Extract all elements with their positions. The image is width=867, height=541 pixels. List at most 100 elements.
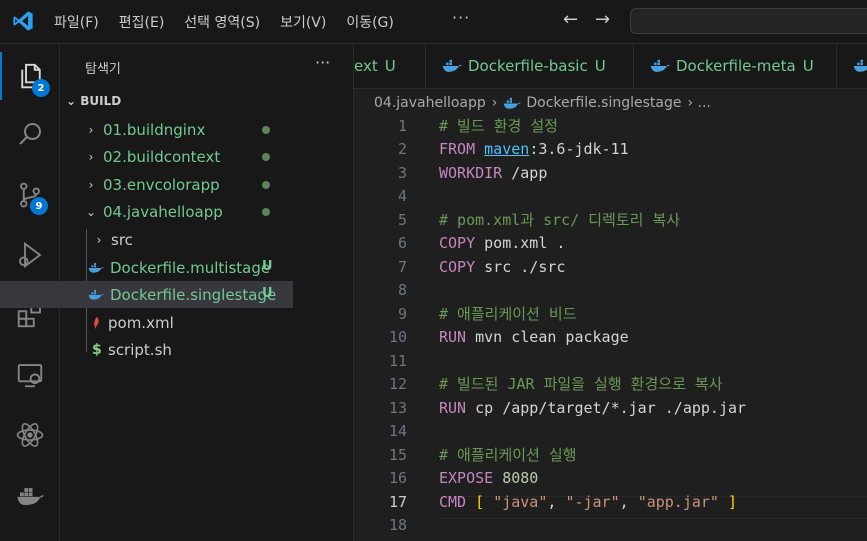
code-token-text: , (619, 492, 638, 511)
tab-ext[interactable]: ext U (354, 44, 426, 88)
chevron-right-icon: › (88, 149, 94, 164)
tree-file-pom-xml[interactable]: pom.xml (0, 309, 293, 336)
code-token-bracket: ] (718, 492, 738, 511)
line-content: WORKDIR /app (439, 162, 547, 186)
code-line[interactable]: 12 # 빌드된 JAR 파일을 실행 환경으로 복사 (354, 373, 867, 397)
code-token-text: cp /app/target/*.jar ./app.jar (475, 398, 747, 417)
code-line[interactable]: 17 CMD [ "java", "-jar", "app.jar" ] (354, 491, 867, 515)
vscode-logo-icon[interactable] (12, 10, 34, 32)
tab-label: ext (354, 57, 378, 75)
modified-dot-icon (262, 126, 270, 134)
code-line[interactable]: 9 # 애플리케이션 비드 (354, 303, 867, 327)
tab-label: Dockerfile-basic (468, 57, 588, 75)
tab-status: U (802, 57, 814, 75)
back-arrow-icon[interactable]: ← (563, 9, 578, 30)
line-content: # pom.xml과 src/ 디렉토리 복사 (439, 209, 680, 233)
line-number: 7 (397, 257, 407, 276)
line-number: 16 (388, 469, 407, 487)
tree-folder-src[interactable]: › src (0, 226, 293, 253)
line-content: COPY src ./src (439, 256, 565, 280)
line-number: 13 (388, 398, 407, 417)
menu-go[interactable]: 이동(G) (346, 12, 394, 32)
code-token-text: src ./src (484, 257, 566, 276)
code-line[interactable]: 11 (354, 350, 867, 374)
code-token-text: , (547, 492, 566, 511)
docker-file-icon (650, 59, 670, 72)
code-line[interactable]: 4 (354, 185, 867, 209)
code-line[interactable]: 10 RUN mvn clean package (354, 326, 867, 350)
chevron-down-icon: ⌄ (85, 204, 97, 219)
code-line[interactable]: 1 # 빌드 환경 설정 (354, 115, 867, 139)
line-content: CMD [ "java", "-jar", "app.jar" ] (439, 491, 737, 515)
docker-file-icon (88, 289, 104, 300)
line-content: # 빌드된 JAR 파일을 실행 환경으로 복사 (439, 373, 723, 397)
menu-view[interactable]: 보기(V) (280, 12, 326, 32)
breadcrumb-folder[interactable]: 04.javahelloapp (374, 95, 486, 111)
file-label: pom.xml (108, 313, 174, 332)
more-menu-button[interactable]: ··· (452, 8, 470, 27)
breadcrumb: 04.javahelloapp › Dockerfile.singlestage… (374, 92, 711, 114)
code-line[interactable]: 8 (354, 279, 867, 303)
tab-dockerfile-basic[interactable]: Dockerfile-basic U (426, 44, 634, 88)
code-token-comment: # pom.xml과 src/ 디렉토리 복사 (439, 210, 681, 229)
code-token-text: /app (511, 163, 548, 182)
tree-folder-03-envcolorapp[interactable]: › 03.envcolorapp (0, 171, 293, 198)
line-content: COPY pom.xml . (439, 232, 565, 256)
code-line[interactable]: 2 FROM maven:3.6-jdk-11 (354, 138, 867, 162)
tab-dockerfile-meta[interactable]: Dockerfile-meta U (634, 44, 837, 88)
workspace-section-header[interactable]: ⌄ BUILD (66, 94, 121, 108)
tree-folder-02-buildcontext[interactable]: › 02.buildcontext (0, 143, 293, 170)
sidebar-more-button[interactable]: ··· (315, 53, 330, 72)
tree-file-dockerfile-multistage[interactable]: Dockerfile.multistage U (0, 254, 293, 281)
code-token-comment: # 빌드된 JAR 파일을 실행 환경으로 복사 (439, 375, 723, 393)
folder-label: src (111, 230, 133, 249)
react-button[interactable] (0, 411, 60, 459)
line-number: 8 (397, 281, 407, 299)
code-line[interactable]: 6 COPY pom.xml . (354, 232, 867, 256)
docker-button[interactable] (0, 471, 60, 519)
tab-overflow[interactable] (837, 44, 867, 88)
file-label: script.sh (108, 340, 172, 359)
folder-label: 04.javahelloapp (103, 202, 223, 221)
tree-file-dockerfile-singlestage[interactable]: Dockerfile.singlestage U (0, 281, 293, 308)
modified-dot-icon (262, 153, 270, 161)
code-line[interactable]: 18 (354, 514, 867, 538)
code-token-text: mvn clean package (475, 328, 629, 346)
line-number: 10 (388, 328, 407, 346)
line-number: 17 (388, 492, 407, 511)
menu-edit[interactable]: 편집(E) (119, 12, 165, 32)
forward-arrow-icon[interactable]: → (595, 9, 610, 30)
tab-status: U (594, 57, 606, 75)
code-editor[interactable]: 1 # 빌드 환경 설정 2 FROM maven:3.6-jdk-11 3 WORKDI… (354, 114, 867, 541)
file-label: Dockerfile.multistage (110, 258, 271, 277)
code-line[interactable]: 13 RUN cp /app/target/*.jar ./app.jar (354, 397, 867, 421)
chevron-down-icon: ⌄ (66, 94, 81, 108)
explorer-button[interactable]: 2 (0, 52, 60, 100)
code-token-keyword: RUN (439, 328, 476, 346)
sidebar-title: 탐색기 (85, 62, 121, 77)
line-number: 11 (388, 351, 407, 370)
menu-file[interactable]: 파일(F) (54, 12, 99, 32)
code-token-string: "java" (493, 492, 548, 511)
tree-folder-04-javahelloapp[interactable]: ⌄ 04.javahelloapp (0, 198, 293, 225)
breadcrumb-more[interactable]: › ... (688, 95, 711, 111)
line-content: # 애플리케이션 비드 (439, 303, 577, 327)
menu-bar: 파일(F) 편집(E) 선택 영역(S) 보기(V) 이동(G) (54, 0, 414, 44)
code-line[interactable]: 14 (354, 420, 867, 444)
line-number: 12 (388, 375, 407, 393)
tree-file-script-sh[interactable]: $ script.sh (0, 336, 293, 363)
command-center-search[interactable] (630, 8, 867, 34)
breadcrumb-file[interactable]: Dockerfile.singlestage (526, 95, 681, 111)
code-token-comment: # 빌드 환경 설정 (439, 116, 558, 135)
tree-folder-01-buildnginx[interactable]: › 01.buildnginx (0, 116, 293, 143)
code-token-keyword: FROM (439, 140, 485, 158)
code-token-keyword: RUN (439, 398, 476, 417)
code-line[interactable]: 3 WORKDIR /app (354, 162, 867, 186)
code-line[interactable]: 15 # 애플리케이션 실행 (354, 444, 867, 468)
menu-selection[interactable]: 선택 영역(S) (184, 12, 260, 32)
code-line[interactable]: 7 COPY src ./src (354, 256, 867, 280)
modified-dot-icon (262, 181, 270, 189)
code-line[interactable]: 5 # pom.xml과 src/ 디렉토리 복사 (354, 209, 867, 233)
code-line[interactable]: 16 EXPOSE 8080 (354, 467, 867, 491)
code-token-keyword: COPY (439, 234, 485, 252)
